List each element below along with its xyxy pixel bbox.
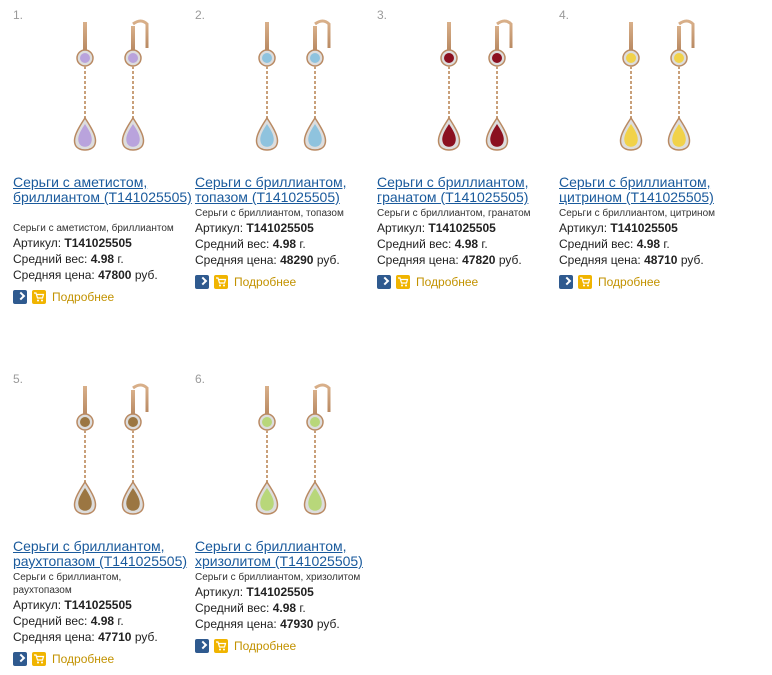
cart-icon[interactable] [214,639,228,653]
product-image[interactable] [405,12,555,162]
product-title-link[interactable]: Серьги с бриллиантом, гранатом (Т1410255… [377,175,559,205]
product-image[interactable] [41,376,191,526]
product-image[interactable] [587,12,737,162]
more-link[interactable]: Подробнее [52,290,114,304]
product-number: 1. [13,8,24,22]
product-actions: Подробнее [559,275,741,289]
price-row: Средняя цена: 47930 руб. [195,617,340,631]
product-number: 2. [195,8,206,22]
more-link[interactable]: Подробнее [234,639,296,653]
article-row: Артикул: Т141025505 [559,221,678,235]
earring-right [303,383,331,515]
weight-row: Средний вес: 4.98 г. [195,601,306,615]
article-row: Артикул: Т141025505 [13,598,132,612]
product-description: Серьги с аметистом, бриллиантом [13,223,174,234]
details-arrow-icon[interactable] [195,275,209,289]
earring-left [73,386,97,515]
earring-left [619,22,643,151]
product-number: 6. [195,372,206,386]
earring-right [121,383,149,515]
earring-left [437,22,461,151]
earring-left [255,386,279,515]
details-arrow-icon[interactable] [559,275,573,289]
product-actions: Подробнее [195,639,377,653]
cart-icon[interactable] [32,652,46,666]
article-row: Артикул: Т141025505 [13,236,132,250]
earring-left [255,22,279,151]
product-number: 3. [377,8,388,22]
more-link[interactable]: Подробнее [416,275,478,289]
product-image[interactable] [223,376,373,526]
price-row: Средняя цена: 48290 руб. [195,253,340,267]
product-title-link[interactable]: Серьги с аметистом, бриллиантом (Т141025… [13,175,195,205]
weight-row: Средний вес: 4.98 г. [13,614,124,628]
earring-left [73,22,97,151]
product-title-link[interactable]: Серьги с бриллиантом, раухтопазом (Т1410… [13,539,195,569]
product-description: Серьги с бриллиантом, цитрином [559,208,716,219]
weight-row: Средний вес: 4.98 г. [195,237,306,251]
product-actions: Подробнее [195,275,377,289]
price-row: Средняя цена: 47710 руб. [13,630,158,644]
earring-right [121,19,149,151]
earring-right [667,19,695,151]
more-link[interactable]: Подробнее [234,275,296,289]
cart-icon[interactable] [32,290,46,304]
cart-icon[interactable] [214,275,228,289]
product-info: Серьги с бриллиантом, гранатом Артикул: … [377,204,559,289]
product-title-link[interactable]: Серьги с бриллиантом, топазом (Т14102550… [195,175,377,205]
more-link[interactable]: Подробнее [52,652,114,666]
price-row: Средняя цена: 47820 руб. [377,253,522,267]
details-arrow-icon[interactable] [13,652,27,666]
product-info: Серьги с аметистом, бриллиантом Артикул:… [13,219,195,304]
product-info: Серьги с бриллиантом, топазом Артикул: Т… [195,204,377,289]
product-image[interactable] [41,12,191,162]
product-number: 4. [559,8,570,22]
product-info: Серьги с бриллиантом, раухтопазом Артику… [13,568,195,666]
product-image[interactable] [223,12,373,162]
more-link[interactable]: Подробнее [598,275,660,289]
product-title-link[interactable]: Серьги с бриллиантом, хризолитом (Т14102… [195,539,377,569]
product-number: 5. [13,372,24,386]
product-actions: Подробнее [13,652,195,666]
product-description: Серьги с бриллиантом, хризолитом [195,572,361,583]
cart-icon[interactable] [396,275,410,289]
article-row: Артикул: Т141025505 [195,585,314,599]
weight-row: Средний вес: 4.98 г. [559,237,670,251]
price-row: Средняя цена: 47800 руб. [13,268,158,282]
product-actions: Подробнее [377,275,559,289]
earring-right [485,19,513,151]
details-arrow-icon[interactable] [13,290,27,304]
weight-row: Средний вес: 4.98 г. [13,252,124,266]
product-title-link[interactable]: Серьги с бриллиантом, цитрином (Т1410255… [559,175,741,205]
product-description: Серьги с бриллиантом, раухтопазом [13,572,122,596]
earring-right [303,19,331,151]
price-row: Средняя цена: 48710 руб. [559,253,704,267]
weight-row: Средний вес: 4.98 г. [377,237,488,251]
article-row: Артикул: Т141025505 [195,221,314,235]
product-description: Серьги с бриллиантом, топазом [195,208,344,219]
details-arrow-icon[interactable] [377,275,391,289]
details-arrow-icon[interactable] [195,639,209,653]
article-row: Артикул: Т141025505 [377,221,496,235]
product-info: Серьги с бриллиантом, хризолитом Артикул… [195,568,377,653]
product-description: Серьги с бриллиантом, гранатом [377,208,531,219]
product-info: Серьги с бриллиантом, цитрином Артикул: … [559,204,741,289]
cart-icon[interactable] [578,275,592,289]
product-actions: Подробнее [13,290,195,304]
